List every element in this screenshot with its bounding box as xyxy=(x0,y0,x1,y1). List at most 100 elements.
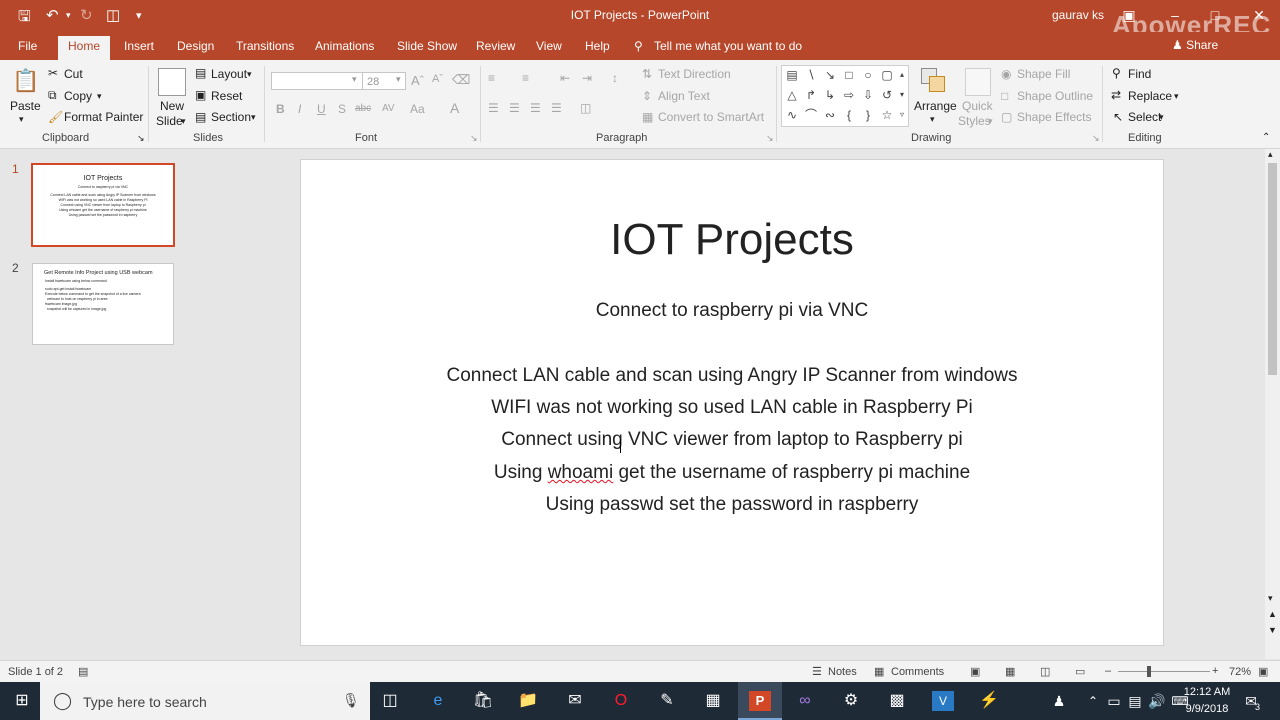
new-slide-label-2[interactable]: Slide xyxy=(156,114,183,128)
calculator-icon[interactable]: ▦ xyxy=(702,691,724,711)
oval-shape-icon[interactable]: ○ xyxy=(861,69,875,81)
format-painter-icon[interactable]: 🖌 xyxy=(48,110,63,124)
gallery-down-icon[interactable]: ▾ xyxy=(895,89,909,101)
new-slide-label-1[interactable]: New xyxy=(160,99,184,113)
zoom-slider[interactable] xyxy=(1118,671,1210,672)
elbow-connector-icon[interactable]: ↱ xyxy=(804,89,818,101)
wave-shape-icon[interactable]: ∾ xyxy=(823,109,837,121)
right-arrow-shape-icon[interactable]: ⇨ xyxy=(842,89,856,101)
visual-studio-icon[interactable]: ∞ xyxy=(794,691,816,711)
smartart-icon[interactable]: ▦ xyxy=(642,110,653,124)
shadow-button[interactable]: S xyxy=(338,102,346,116)
freeform-shape-icon[interactable]: ↺ xyxy=(880,89,894,101)
quick-styles-dropdown-icon[interactable]: ▾ xyxy=(988,116,993,127)
comments-icon[interactable]: ▦ xyxy=(874,665,884,678)
vertical-scrollbar[interactable]: ▴ ▾ ▲ ▼ xyxy=(1265,149,1280,659)
select-button[interactable]: Select xyxy=(1128,110,1161,124)
previous-slide-icon[interactable]: ▲ xyxy=(1268,609,1277,619)
copy-button[interactable]: Copy xyxy=(64,89,92,103)
tab-insert[interactable]: Insert xyxy=(124,39,154,53)
rectangle-shape-icon[interactable]: □ xyxy=(842,69,856,81)
triangle-shape-icon[interactable]: △ xyxy=(785,89,799,101)
edge-icon[interactable]: e xyxy=(427,691,449,711)
columns-icon[interactable]: ◫ xyxy=(580,101,591,115)
quick-styles-label-1[interactable]: Quick xyxy=(962,99,993,113)
slide-body-line[interactable]: Connect using VNC viewer from laptop to … xyxy=(301,429,1163,451)
align-right-icon[interactable]: ☰ xyxy=(530,101,541,115)
align-text-icon[interactable]: ⇕ xyxy=(642,89,652,103)
tab-slide-show[interactable]: Slide Show xyxy=(397,39,457,53)
reset-button[interactable]: Reset xyxy=(211,89,242,103)
people-icon[interactable]: ♟ xyxy=(1048,691,1070,711)
star-shape-icon[interactable]: ☆ xyxy=(880,109,894,121)
arrow-shape-icon[interactable]: ↘ xyxy=(823,69,837,81)
file-explorer-icon[interactable]: 📁 xyxy=(517,691,539,711)
reset-icon[interactable]: ▣ xyxy=(195,88,206,102)
powerpoint-taskbar-button[interactable]: P xyxy=(738,682,782,720)
cut-icon[interactable]: ✂ xyxy=(48,66,58,80)
gallery-up-icon[interactable]: ▴ xyxy=(895,69,909,81)
notes-icon[interactable]: ☰ xyxy=(812,665,822,678)
quick-styles-icon[interactable] xyxy=(965,68,991,96)
text-direction-button[interactable]: Text Direction xyxy=(658,67,731,81)
slide-body-line[interactable]: Using passwd set the password in raspber… xyxy=(301,494,1163,516)
zoom-slider-thumb[interactable] xyxy=(1147,666,1151,677)
microphone-icon[interactable]: 🎙 xyxy=(342,692,360,709)
text-direction-icon[interactable]: ⇅ xyxy=(642,67,652,81)
tab-transitions[interactable]: Transitions xyxy=(236,39,294,53)
right-brace-shape-icon[interactable]: } xyxy=(861,109,875,121)
section-button[interactable]: Section xyxy=(211,110,251,124)
network-icon[interactable]: ▤ xyxy=(1124,691,1146,711)
clear-formatting-icon[interactable]: ⌫ xyxy=(452,72,470,88)
slideshow-view-icon[interactable]: ▭ xyxy=(1075,665,1085,678)
copy-icon[interactable]: ⧉ xyxy=(48,88,57,103)
align-center-icon[interactable]: ☰ xyxy=(509,101,520,115)
bullets-icon[interactable]: ≡ xyxy=(488,71,495,85)
shape-fill-icon[interactable]: ◉ xyxy=(1001,67,1011,81)
left-brace-shape-icon[interactable]: { xyxy=(842,109,856,121)
fit-to-window-icon[interactable]: ▣ xyxy=(1258,665,1268,678)
slide-sorter-icon[interactable]: ▦ xyxy=(1005,665,1015,678)
strikethrough-button[interactable]: abc xyxy=(355,103,371,114)
align-text-button[interactable]: Align Text xyxy=(658,89,710,103)
taskbar-search-box[interactable]: ◯ Type here to search 🎙 xyxy=(40,682,370,720)
change-case-button[interactable]: Aa xyxy=(410,102,425,116)
gallery-more-icon[interactable]: ▿ xyxy=(895,109,909,121)
settings-gear-icon[interactable]: ⚙ xyxy=(840,691,862,711)
find-icon[interactable]: ⚲ xyxy=(1112,66,1121,80)
zoom-out-icon[interactable]: – xyxy=(1105,665,1111,677)
new-slide-icon[interactable] xyxy=(158,68,186,96)
shapes-gallery[interactable]: ▤ ∖ ↘ □ ○ ▢ △ ↱ ↳ ⇨ ⇩ ↺ ∿ ⌒ ∾ { } ☆ ▴ ▾ … xyxy=(781,65,909,127)
quick-styles-label-2[interactable]: Styles xyxy=(958,114,991,128)
replace-dropdown-icon[interactable]: ▾ xyxy=(1174,91,1179,102)
normal-view-icon[interactable]: ▣ xyxy=(970,665,980,678)
tab-review[interactable]: Review xyxy=(476,39,515,53)
font-name-dropdown-icon[interactable]: ▾ xyxy=(352,74,357,85)
new-slide-dropdown-icon[interactable]: ▾ xyxy=(181,116,186,127)
scrollbar-thumb[interactable] xyxy=(1268,163,1277,375)
underline-button[interactable]: U xyxy=(317,102,326,116)
section-icon[interactable]: ▤ xyxy=(195,110,206,124)
scroll-down-icon[interactable]: ▾ xyxy=(1268,593,1273,604)
tab-help[interactable]: Help xyxy=(585,39,610,53)
mail-icon[interactable]: ✉ xyxy=(564,691,586,711)
copy-dropdown-icon[interactable]: ▾ xyxy=(97,91,102,102)
arrange-button[interactable]: Arrange xyxy=(914,99,957,113)
select-icon[interactable]: ↖ xyxy=(1113,110,1123,124)
slide-body-line[interactable]: WIFI was not working so used LAN cable i… xyxy=(301,397,1163,419)
clipboard-launcher-icon[interactable]: ↘ xyxy=(137,133,145,144)
sticky-notes-icon[interactable]: ✎ xyxy=(656,691,678,711)
align-left-icon[interactable]: ☰ xyxy=(488,101,499,115)
layout-button[interactable]: Layout xyxy=(211,67,247,81)
arc-shape-icon[interactable]: ⌒ xyxy=(804,109,818,121)
select-dropdown-icon[interactable]: ▾ xyxy=(1159,112,1164,123)
bold-button[interactable]: B xyxy=(276,102,285,116)
tab-view[interactable]: View xyxy=(536,39,562,53)
zoom-level[interactable]: 72% xyxy=(1229,666,1251,678)
comments-button[interactable]: Comments xyxy=(891,666,944,678)
shape-outline-button[interactable]: Shape Outline xyxy=(1017,89,1093,103)
rounded-rect-shape-icon[interactable]: ▢ xyxy=(880,69,894,81)
opera-icon[interactable]: O xyxy=(610,691,632,711)
share-button[interactable]: ♟ Share xyxy=(1172,38,1218,52)
shrink-font-icon[interactable]: Aˇ xyxy=(432,73,443,85)
